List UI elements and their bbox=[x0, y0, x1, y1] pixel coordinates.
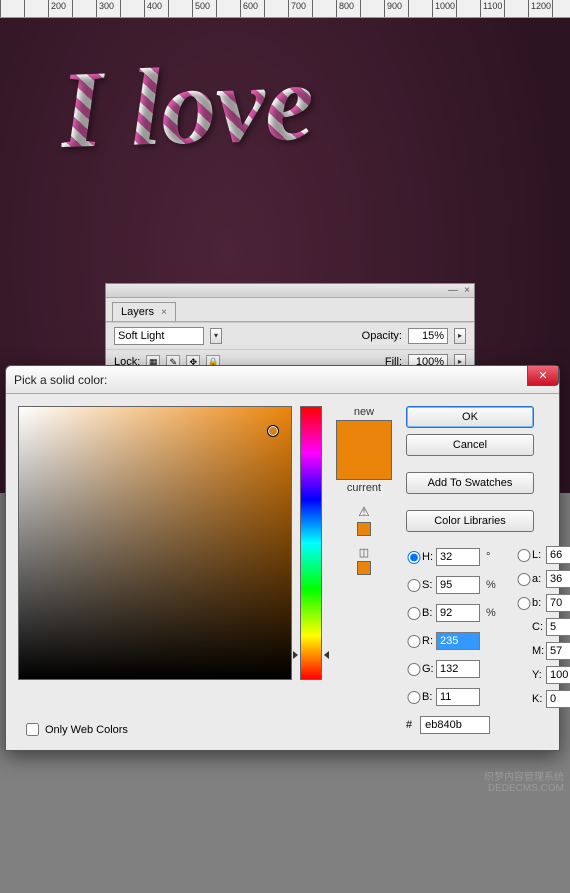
b-input[interactable] bbox=[436, 604, 480, 622]
chevron-right-icon[interactable]: ▸ bbox=[454, 328, 466, 344]
only-web-colors-input[interactable] bbox=[26, 723, 39, 736]
l-input[interactable] bbox=[546, 546, 570, 564]
radio-lb[interactable] bbox=[516, 597, 532, 610]
new-label: new bbox=[354, 406, 374, 418]
layers-panel: — × Layers × ▾ Opacity: ▸ Lock: ▦ ✎ ✥ 🔒 … bbox=[105, 283, 475, 375]
g-input[interactable] bbox=[436, 660, 480, 678]
blue-input[interactable] bbox=[436, 688, 480, 706]
close-button[interactable]: ✕ bbox=[527, 366, 559, 386]
horizontal-ruler: 200300400500600700800900100011001200130 bbox=[0, 0, 570, 18]
layers-tab[interactable]: Layers × bbox=[112, 302, 176, 321]
radio-b[interactable] bbox=[406, 607, 422, 620]
color-libraries-button[interactable]: Color Libraries bbox=[406, 510, 534, 532]
hex-label: # bbox=[406, 719, 412, 731]
current-color-swatch bbox=[337, 450, 391, 479]
minimize-icon[interactable]: — bbox=[448, 285, 458, 296]
y-input[interactable] bbox=[546, 666, 570, 684]
h-input[interactable] bbox=[436, 548, 480, 566]
blend-opacity-row: ▾ Opacity: ▸ bbox=[106, 322, 474, 349]
cube-icon[interactable]: ◫ bbox=[359, 546, 369, 559]
s-input[interactable] bbox=[436, 576, 480, 594]
layers-titlebar[interactable]: — × bbox=[106, 284, 474, 298]
ok-button[interactable]: OK bbox=[406, 406, 534, 428]
radio-l[interactable] bbox=[516, 549, 532, 562]
current-label: current bbox=[347, 482, 381, 494]
cancel-button[interactable]: Cancel bbox=[406, 434, 534, 456]
new-color-swatch bbox=[337, 421, 391, 450]
close-icon[interactable]: × bbox=[161, 307, 167, 318]
color-picker-cursor[interactable] bbox=[267, 425, 279, 437]
radio-bb[interactable] bbox=[406, 691, 422, 704]
radio-r[interactable] bbox=[406, 635, 422, 648]
watermark: 织梦内容管理系统 DEDECMS.COM bbox=[484, 772, 564, 794]
hex-input[interactable] bbox=[420, 716, 490, 734]
opacity-label: Opacity: bbox=[362, 330, 402, 342]
color-swatch bbox=[336, 420, 392, 480]
a-input[interactable] bbox=[546, 570, 570, 588]
warning-icon[interactable]: ⚠ bbox=[358, 504, 370, 520]
dialog-title: Pick a solid color: bbox=[14, 373, 107, 387]
hue-slider[interactable] bbox=[300, 406, 322, 680]
m-input[interactable] bbox=[546, 642, 570, 660]
dialog-titlebar[interactable]: Pick a solid color: ✕ bbox=[6, 366, 559, 394]
r-input[interactable] bbox=[436, 632, 480, 650]
only-web-colors-checkbox[interactable]: Only Web Colors bbox=[26, 723, 128, 736]
hue-slider-thumb[interactable] bbox=[295, 655, 327, 656]
c-input[interactable] bbox=[546, 618, 570, 636]
color-picker-dialog: Pick a solid color: ✕ new current ⚠ ◫ bbox=[5, 365, 560, 751]
layers-tab-label: Layers bbox=[121, 306, 154, 318]
radio-h[interactable] bbox=[406, 551, 422, 564]
add-to-swatches-button[interactable]: Add To Swatches bbox=[406, 472, 534, 494]
lab-b-input[interactable] bbox=[546, 594, 570, 612]
gamut-swatch[interactable] bbox=[357, 522, 371, 536]
radio-a[interactable] bbox=[516, 573, 532, 586]
radio-g[interactable] bbox=[406, 663, 422, 676]
radio-s[interactable] bbox=[406, 579, 422, 592]
close-icon[interactable]: × bbox=[464, 285, 470, 296]
color-field[interactable] bbox=[18, 406, 292, 680]
k-input[interactable] bbox=[546, 690, 570, 708]
chevron-down-icon[interactable]: ▾ bbox=[210, 328, 222, 344]
opacity-input[interactable] bbox=[408, 328, 448, 344]
websafe-swatch[interactable] bbox=[357, 561, 371, 575]
blend-mode-select[interactable] bbox=[114, 327, 204, 345]
only-web-colors-label: Only Web Colors bbox=[45, 724, 128, 736]
candy-script-text: I love bbox=[58, 45, 531, 160]
